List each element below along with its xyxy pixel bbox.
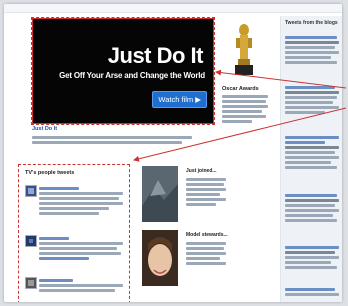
sidebar: Tweets from the blogs: [280, 16, 342, 302]
webpage: Just Do It Get Off Your Arse and Change …: [4, 4, 342, 302]
avatar: [25, 277, 37, 289]
hero-caption-link[interactable]: Just Do It: [32, 126, 57, 132]
sidebar-title: Tweets from the blogs: [285, 20, 338, 26]
sidebar-entry[interactable]: [285, 244, 341, 271]
trophy-description: [222, 93, 270, 125]
card-text: [186, 240, 226, 267]
card-image[interactable]: [142, 166, 178, 222]
card-title[interactable]: Just joined...: [186, 168, 217, 174]
trophy-icon: [235, 24, 253, 75]
card-text: [186, 176, 226, 208]
hero-caption-text: [32, 134, 202, 146]
card-image[interactable]: [142, 230, 178, 286]
avatar: [25, 185, 37, 197]
hero-title: Just Do It: [107, 43, 204, 68]
tweets-panel: TV's people tweets: [18, 164, 130, 302]
hero-banner[interactable]: Just Do It Get Off Your Arse and Change …: [31, 17, 215, 125]
avatar: [25, 235, 37, 247]
tweets-title: TV's people tweets: [25, 170, 75, 176]
sidebar-entry[interactable]: [285, 34, 341, 66]
trophy-label[interactable]: Oscar Awards: [222, 86, 259, 92]
sidebar-entry[interactable]: [285, 286, 341, 298]
sidebar-entry[interactable]: [285, 84, 341, 116]
card-title[interactable]: Model stewards...: [186, 232, 228, 238]
sidebar-entry[interactable]: [285, 192, 341, 224]
sidebar-entry[interactable]: [285, 134, 341, 171]
hero-subtitle: Get Off Your Arse and Change the World: [59, 71, 205, 80]
watch-film-button[interactable]: Watch film ▶: [152, 91, 207, 108]
top-strip: [4, 4, 342, 13]
